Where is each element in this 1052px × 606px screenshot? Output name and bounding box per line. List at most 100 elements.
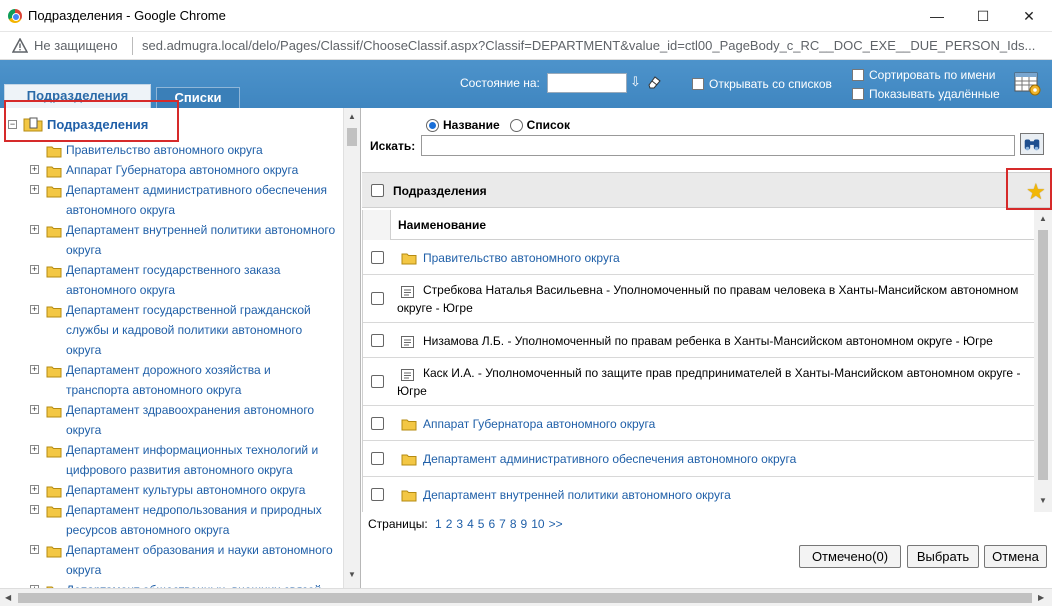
table-row[interactable]: Каск И.А. - Уполномоченный по защите пра… — [363, 358, 1034, 406]
show-deleted-checkbox[interactable] — [852, 88, 864, 100]
table-scroll-up-icon[interactable]: ▲ — [1039, 214, 1047, 223]
tree-item-label[interactable]: Департамент административного обеспечени… — [66, 183, 327, 217]
page-link[interactable]: 5 — [478, 517, 485, 531]
marked-button[interactable]: Отмечено(0) — [799, 545, 901, 568]
url-field[interactable]: sed.admugra.local/delo/Pages/Classif/Cho… — [142, 38, 1037, 53]
table-row[interactable]: Аппарат Губернатора автономного округа — [363, 406, 1034, 441]
close-button[interactable]: ✕ — [1006, 0, 1052, 32]
row-checkbox[interactable] — [371, 417, 384, 430]
scroll-right-icon[interactable]: ▶ — [1038, 593, 1044, 602]
expand-icon[interactable]: + — [30, 485, 39, 494]
open-with-lists-checkbox[interactable] — [692, 78, 704, 90]
table-scrollbar[interactable]: ▲ ▼ — [1034, 210, 1052, 512]
row-checkbox[interactable] — [371, 452, 384, 465]
tree-item-label[interactable]: Департамент недропользования и природных… — [66, 503, 322, 537]
horizontal-scroll-thumb[interactable] — [18, 593, 1032, 603]
scroll-up-icon[interactable]: ▲ — [348, 112, 356, 121]
tree-item-label[interactable]: Правительство автономного округа — [66, 143, 263, 157]
radio-name-label[interactable]: Название — [443, 118, 500, 132]
tree-item[interactable]: + Департамент недропользования и природны… — [30, 500, 336, 540]
horizontal-scrollbar[interactable]: ◀ ▶ — [0, 588, 1052, 606]
tree-item[interactable]: + Департамент государственной гражданской… — [30, 300, 336, 360]
tree-item-label[interactable]: Департамент культуры автономного округа — [66, 483, 305, 497]
state-date-input[interactable] — [547, 73, 627, 93]
tree-item-label[interactable]: Департамент дорожного хозяйства и трансп… — [66, 363, 271, 397]
eraser-icon[interactable] — [646, 74, 662, 90]
download-arrow-icon[interactable]: ⇩ — [630, 74, 641, 90]
select-all-checkbox[interactable] — [371, 184, 384, 197]
tree-item-label[interactable]: Департамент здравоохранения автономного … — [66, 403, 314, 437]
tree-scrollbar[interactable]: ▲ ▼ — [343, 108, 360, 588]
expand-icon[interactable]: + — [30, 185, 39, 194]
binoculars-icon[interactable] — [1020, 133, 1044, 155]
page-link[interactable]: 4 — [467, 517, 474, 531]
table-row[interactable]: Правительство автономного округа — [363, 240, 1034, 275]
radio-list[interactable] — [509, 118, 523, 132]
radio-name[interactable] — [426, 118, 439, 132]
table-row[interactable]: Департамент административного обеспечени… — [363, 441, 1034, 477]
row-link[interactable]: Департамент внутренней политики автономн… — [423, 486, 731, 504]
tree-item[interactable]: + Департамент информационных технологий и… — [30, 440, 336, 480]
row-checkbox[interactable] — [371, 375, 384, 388]
warning-icon[interactable] — [12, 38, 28, 54]
tree-item[interactable]: + Департамент государственного заказа авт… — [30, 260, 336, 300]
page-link[interactable]: 9 — [521, 517, 528, 531]
tree-item-label[interactable]: Департамент государственного заказа авто… — [66, 263, 280, 297]
tree-item-label[interactable]: Департамент информационных технологий и … — [66, 443, 318, 477]
expand-icon[interactable]: + — [30, 265, 39, 274]
page-link[interactable]: 3 — [456, 517, 463, 531]
tree-item-label[interactable]: Департамент образования и науки автономн… — [66, 543, 333, 577]
page-link[interactable]: 1 — [435, 517, 442, 531]
page-link[interactable]: 6 — [488, 517, 495, 531]
tree-item[interactable]: + Департамент административного обеспечен… — [30, 180, 336, 220]
row-link[interactable]: Департамент административного обеспечени… — [423, 450, 796, 468]
tree-item-label[interactable]: Департамент государственной гражданской … — [66, 303, 311, 357]
sort-by-name-checkbox[interactable] — [852, 69, 864, 81]
tree-item-label[interactable]: Департамент внутренней политики автономн… — [66, 223, 335, 257]
cancel-button[interactable]: Отмена — [984, 545, 1047, 568]
tree-item[interactable]: +Департамент общественных, внешних связе… — [30, 580, 336, 588]
expand-icon[interactable]: + — [30, 405, 39, 414]
tree-item[interactable]: + Департамент образования и науки автоном… — [30, 540, 336, 580]
page-link[interactable]: 10 — [531, 517, 544, 531]
page-link[interactable]: 8 — [510, 517, 517, 531]
tree-item[interactable]: + Департамент дорожного хозяйства и транс… — [30, 360, 336, 400]
row-checkbox[interactable] — [371, 292, 384, 305]
select-button[interactable]: Выбрать — [907, 545, 979, 568]
scroll-left-icon[interactable]: ◀ — [5, 593, 11, 602]
table-row[interactable]: Низамова Л.Б. - Уполномоченный по правам… — [363, 323, 1034, 358]
row-checkbox[interactable] — [371, 488, 384, 501]
tree-item[interactable]: + Аппарат Губернатора автономного округа — [30, 160, 336, 180]
tree-item-label[interactable]: Аппарат Губернатора автономного округа — [66, 163, 298, 177]
grid-settings-icon[interactable] — [1014, 71, 1042, 97]
row-link[interactable]: Аппарат Губернатора автономного округа — [423, 415, 655, 433]
expand-icon[interactable]: + — [30, 225, 39, 234]
table-scroll-down-icon[interactable]: ▼ — [1039, 496, 1047, 505]
row-checkbox[interactable] — [371, 251, 384, 264]
tree-item[interactable]: + Департамент внутренней политики автоном… — [30, 220, 336, 260]
page-link[interactable]: 2 — [446, 517, 453, 531]
row-link[interactable]: Правительство автономного округа — [423, 249, 620, 267]
table-row[interactable]: Департамент внутренней политики автономн… — [363, 477, 1034, 512]
tree-scroll-thumb[interactable] — [347, 128, 357, 146]
row-checkbox[interactable] — [371, 334, 384, 347]
expand-icon[interactable]: + — [30, 445, 39, 454]
page-link[interactable]: 7 — [499, 517, 506, 531]
tree-item[interactable]: + Департамент здравоохранения автономного… — [30, 400, 336, 440]
tree-item[interactable]: Правительство автономного округа — [30, 140, 336, 160]
table-scroll-thumb[interactable] — [1038, 230, 1048, 480]
expand-icon[interactable]: + — [30, 165, 39, 174]
expand-icon[interactable]: + — [30, 305, 39, 314]
not-secure-label[interactable]: Не защищено — [34, 38, 118, 53]
radio-list-label[interactable]: Список — [527, 118, 570, 132]
expand-icon[interactable]: + — [30, 505, 39, 514]
search-input[interactable] — [421, 135, 1015, 156]
scroll-down-icon[interactable]: ▼ — [348, 570, 356, 579]
expand-icon[interactable]: + — [30, 545, 39, 554]
maximize-button[interactable]: ☐ — [960, 0, 1006, 32]
minimize-button[interactable]: — — [914, 0, 960, 32]
column-name-header[interactable]: Наименование — [398, 218, 486, 232]
page-link[interactable]: >> — [549, 517, 563, 531]
expand-icon[interactable]: + — [30, 365, 39, 374]
table-row[interactable]: Стребкова Наталья Васильевна - Уполномоч… — [363, 275, 1034, 323]
